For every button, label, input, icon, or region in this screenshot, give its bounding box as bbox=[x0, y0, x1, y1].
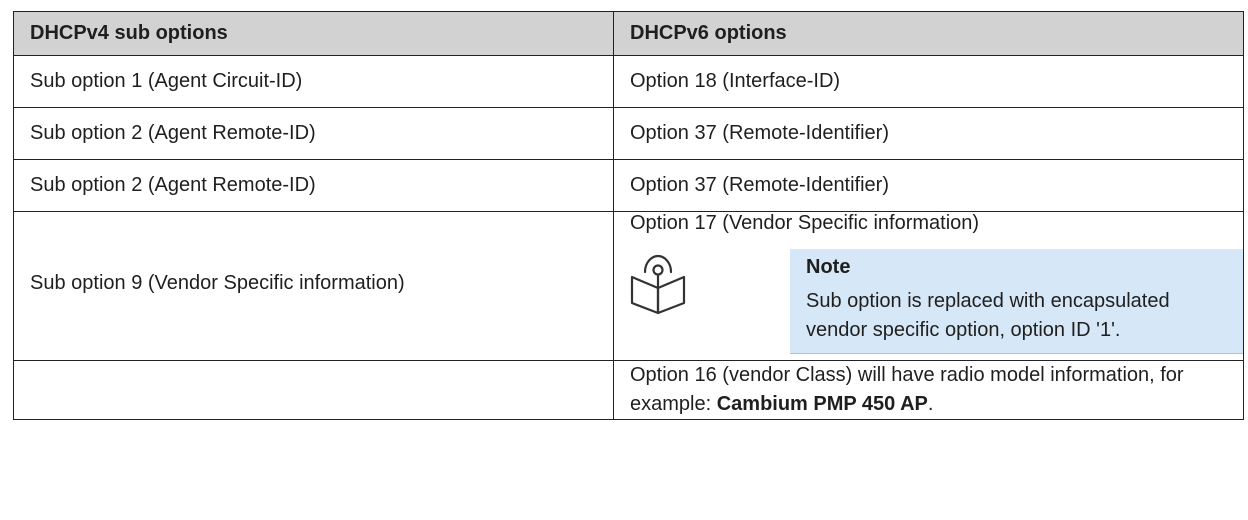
cell-v6-vendor: Option 17 (Vendor Specific information) … bbox=[613, 211, 1244, 361]
note-book-icon bbox=[630, 254, 686, 315]
cell-v4: Sub option 9 (Vendor Specific informatio… bbox=[13, 211, 614, 361]
note-text: Sub option is replaced with encapsulated… bbox=[806, 290, 1170, 341]
header-dhcpv6: DHCPv6 options bbox=[613, 11, 1244, 56]
model-name: Cambium PMP 450 AP bbox=[716, 393, 928, 415]
cell-v6: Option 18 (Interface-ID) bbox=[613, 55, 1244, 108]
cell-v4: Sub option 2 (Agent Remote-ID) bbox=[13, 159, 614, 212]
dhcp-options-table: DHCPv4 sub options DHCPv6 options Sub op… bbox=[13, 11, 1244, 420]
cell-v6: Option 37 (Remote-Identifier) bbox=[613, 107, 1244, 160]
table-row: Sub option 2 (Agent Remote-ID) Option 37… bbox=[13, 107, 1244, 160]
note-box: Note Sub option is replaced with encapsu… bbox=[790, 249, 1243, 354]
cell-v4-empty bbox=[13, 360, 614, 420]
cell-v4: Sub option 2 (Agent Remote-ID) bbox=[13, 107, 614, 160]
table-row: Sub option 2 (Agent Remote-ID) Option 37… bbox=[13, 159, 1244, 212]
table-row-vendor-class: Option 16 (vendor Class) will have radio… bbox=[13, 360, 1244, 420]
note-title: Note bbox=[806, 256, 851, 278]
header-dhcpv4: DHCPv4 sub options bbox=[13, 11, 614, 56]
cell-v4: Sub option 1 (Agent Circuit-ID) bbox=[13, 55, 614, 108]
cell-v6: Option 37 (Remote-Identifier) bbox=[613, 159, 1244, 212]
note-callout: Note Sub option is replaced with encapsu… bbox=[628, 249, 1243, 354]
table-header-row: DHCPv4 sub options DHCPv6 options bbox=[13, 11, 1244, 56]
vendor-option-text: Option 17 (Vendor Specific information) bbox=[630, 212, 980, 234]
table-row-vendor: Sub option 9 (Vendor Specific informatio… bbox=[13, 211, 1244, 361]
sentence-end: . bbox=[927, 393, 934, 415]
table-row: Sub option 1 (Agent Circuit-ID) Option 1… bbox=[13, 55, 1244, 108]
cell-v6-vendor-class: Option 16 (vendor Class) will have radio… bbox=[613, 360, 1244, 420]
